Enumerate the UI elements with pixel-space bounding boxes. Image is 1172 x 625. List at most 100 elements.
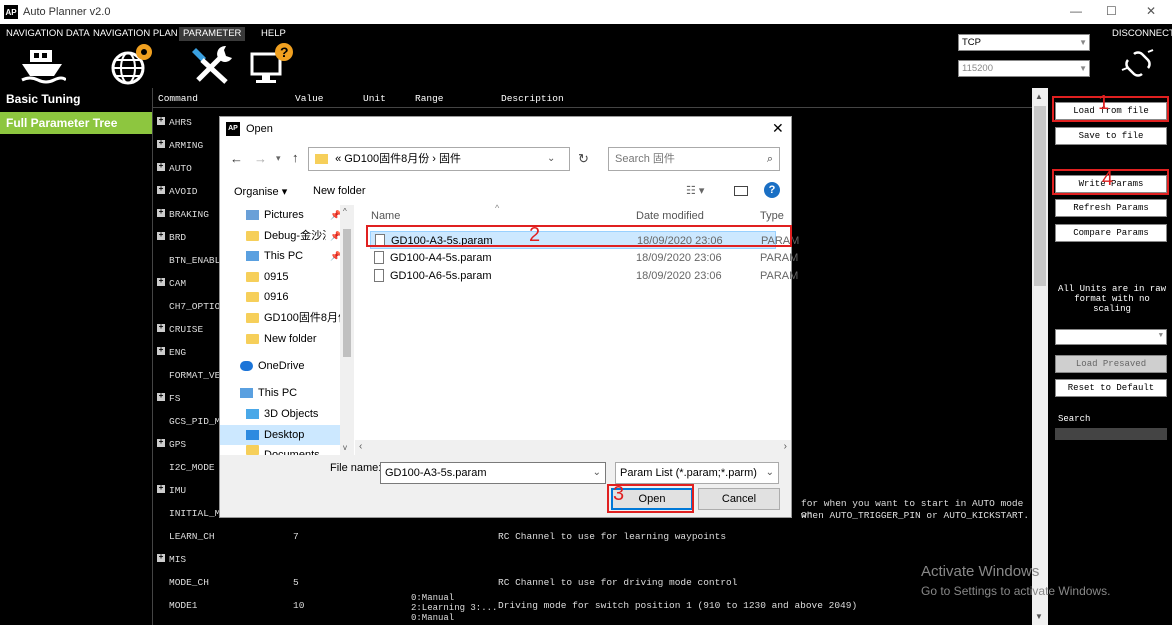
column-type[interactable]: Type	[760, 210, 784, 222]
refresh-icon[interactable]: ↻	[578, 151, 589, 167]
nav-item-0916[interactable]: 0916	[246, 287, 288, 307]
help-monitor-icon[interactable]: ?	[250, 42, 298, 86]
expand-icon[interactable]: +	[157, 485, 165, 493]
column-date[interactable]: Date modified	[636, 210, 704, 222]
view-options-icon[interactable]: ☷ ▾	[686, 184, 704, 197]
expand-icon[interactable]: +	[157, 324, 165, 332]
nav-item-gd100[interactable]: GD100固件8月份	[246, 308, 342, 328]
expand-icon[interactable]: +	[157, 186, 165, 194]
param-value[interactable]: 5	[293, 577, 299, 588]
table-row[interactable]: + MIS	[153, 547, 1033, 570]
help-icon[interactable]: ?	[764, 182, 780, 198]
protocol-select[interactable]: TCP ▼	[958, 34, 1090, 51]
dialog-close-icon[interactable]: ✕	[772, 120, 784, 137]
ship-icon[interactable]	[18, 42, 66, 86]
history-chevron-icon[interactable]: ▾	[276, 153, 281, 164]
nav-scrollbar[interactable]: ^ v	[340, 205, 354, 455]
table-scrollbar[interactable]: ▲ ▼	[1032, 88, 1048, 625]
menu-navigation-data[interactable]: NAVIGATION DATA	[2, 27, 94, 41]
expand-icon[interactable]: +	[157, 209, 165, 217]
path-input[interactable]: « GD100固件8月份 › 固件 ⌄	[308, 147, 570, 171]
organise-button[interactable]: Organise ▾	[234, 185, 287, 198]
disconnect-label[interactable]: DISCONNECT	[1112, 28, 1172, 39]
expand-icon[interactable]: +	[157, 140, 165, 148]
nav-item-desktop[interactable]: Desktop	[220, 425, 340, 445]
expand-icon[interactable]: +	[157, 554, 165, 562]
scroll-right-icon[interactable]: ›	[784, 441, 787, 452]
menu-navigation-plan[interactable]: NAVIGATION PLAN	[89, 27, 182, 41]
nav-item-0915[interactable]: 0915	[246, 267, 288, 287]
forward-arrow-icon[interactable]: →	[254, 151, 267, 166]
table-row[interactable]: MODE_CH 5 RC Channel to use for driving mo…	[153, 570, 1033, 593]
cancel-button[interactable]: Cancel	[698, 488, 780, 510]
up-arrow-icon[interactable]: ↑	[292, 150, 299, 165]
filetype-select[interactable]: Param List (*.param;*.parm) ⌄	[615, 462, 779, 484]
expand-icon[interactable]: +	[157, 278, 165, 286]
compare-params-button[interactable]: Compare Params	[1055, 224, 1167, 242]
param-value[interactable]: 10	[293, 600, 304, 611]
column-name[interactable]: Name	[371, 210, 400, 222]
menu-parameter[interactable]: PARAMETER	[179, 27, 246, 41]
nav-item-new-folder[interactable]: New folder	[246, 329, 317, 349]
column-description[interactable]: Description	[501, 93, 564, 104]
expand-icon[interactable]: +	[157, 393, 165, 401]
nav-item-3d-objects[interactable]: 3D Objects	[246, 404, 318, 424]
chevron-down-icon[interactable]: ⌄	[547, 148, 555, 170]
search-input[interactable]: Search 固件 ⌕	[608, 147, 780, 171]
minimize-button[interactable]: —	[1070, 4, 1082, 18]
table-row[interactable]: LEARN_CH 7 RC Channel to use for learning …	[153, 524, 1033, 547]
activation-watermark-hint: Go to Settings to activate Windows.	[921, 584, 1111, 598]
scroll-up-icon[interactable]: ^	[343, 207, 347, 216]
scroll-down-icon[interactable]: ▼	[1035, 612, 1043, 621]
chevron-down-icon[interactable]: ⌄	[593, 463, 601, 483]
scroll-up-icon[interactable]: ▲	[1035, 92, 1043, 101]
globe-gear-icon[interactable]	[108, 42, 156, 86]
nav-item-this-pc[interactable]: This PC	[240, 383, 297, 403]
file-row[interactable]: GD100-A4-5s.param 18/09/2020 23:06 PARAM	[370, 249, 798, 267]
column-value[interactable]: Value	[295, 93, 324, 104]
column-range[interactable]: Range	[415, 93, 444, 104]
expand-icon[interactable]: +	[157, 163, 165, 171]
sidebar-item-basic-tuning[interactable]: Basic Tuning	[0, 88, 152, 110]
file-row[interactable]: GD100-A6-5s.param 18/09/2020 23:06 PARAM	[370, 267, 798, 285]
reset-to-default-button[interactable]: Reset to Default	[1055, 379, 1167, 397]
param-value[interactable]: 7	[293, 531, 299, 542]
nav-item-pictures[interactable]: Pictures 📌	[246, 205, 341, 225]
column-command[interactable]: Command	[158, 93, 198, 104]
baud-select[interactable]: 115200 ▼	[958, 60, 1090, 77]
scroll-thumb[interactable]	[343, 229, 351, 357]
back-arrow-icon[interactable]: ←	[230, 151, 243, 166]
nav-item-onedrive[interactable]: OneDrive	[240, 356, 304, 376]
path-overflow[interactable]: «	[335, 153, 341, 165]
expand-icon[interactable]: +	[157, 232, 165, 240]
tools-icon[interactable]	[188, 42, 236, 86]
sidebar-item-full-parameter-tree[interactable]: Full Parameter Tree	[0, 112, 152, 134]
maximize-button[interactable]: ☐	[1106, 4, 1117, 18]
search-input[interactable]	[1055, 428, 1167, 440]
param-command: LEARN_CH	[169, 531, 215, 542]
expand-icon[interactable]: +	[157, 347, 165, 355]
column-unit[interactable]: Unit	[363, 93, 386, 104]
expand-icon[interactable]: +	[157, 117, 165, 125]
file-hscrollbar[interactable]: ‹ ›	[355, 440, 791, 455]
nav-item-documents[interactable]: Documents	[246, 445, 320, 455]
preview-pane-icon[interactable]	[734, 186, 748, 196]
load-presaved-button[interactable]: Load Presaved	[1055, 355, 1167, 373]
param-description-cont: when AUTO_TRIGGER_PIN or AUTO_KICKSTART.	[801, 510, 1030, 521]
expand-icon[interactable]: +	[157, 439, 165, 447]
new-folder-button[interactable]: New folder	[313, 185, 366, 197]
table-row[interactable]: MODE1 10 0:Manual 2:Learning 3:... 0:Manual D…	[153, 593, 1033, 623]
scroll-down-icon[interactable]: v	[343, 443, 347, 452]
presaved-select[interactable]: ▼	[1055, 329, 1167, 345]
close-button[interactable]: ✕	[1146, 4, 1156, 18]
disconnect-link-icon[interactable]	[1120, 46, 1156, 82]
scroll-thumb[interactable]	[1034, 106, 1046, 286]
annotation-number-1: 1	[1098, 92, 1110, 114]
save-to-file-button[interactable]: Save to file	[1055, 127, 1167, 145]
nav-item-debug[interactable]: Debug-金沙沙📌	[246, 226, 341, 246]
refresh-params-button[interactable]: Refresh Params	[1055, 199, 1167, 217]
scroll-left-icon[interactable]: ‹	[359, 441, 362, 452]
menu-help[interactable]: HELP	[257, 27, 290, 41]
nav-item-this-pc-quick[interactable]: This PC 📌	[246, 246, 341, 266]
filename-input[interactable]: GD100-A3-5s.param ⌄	[380, 462, 606, 484]
